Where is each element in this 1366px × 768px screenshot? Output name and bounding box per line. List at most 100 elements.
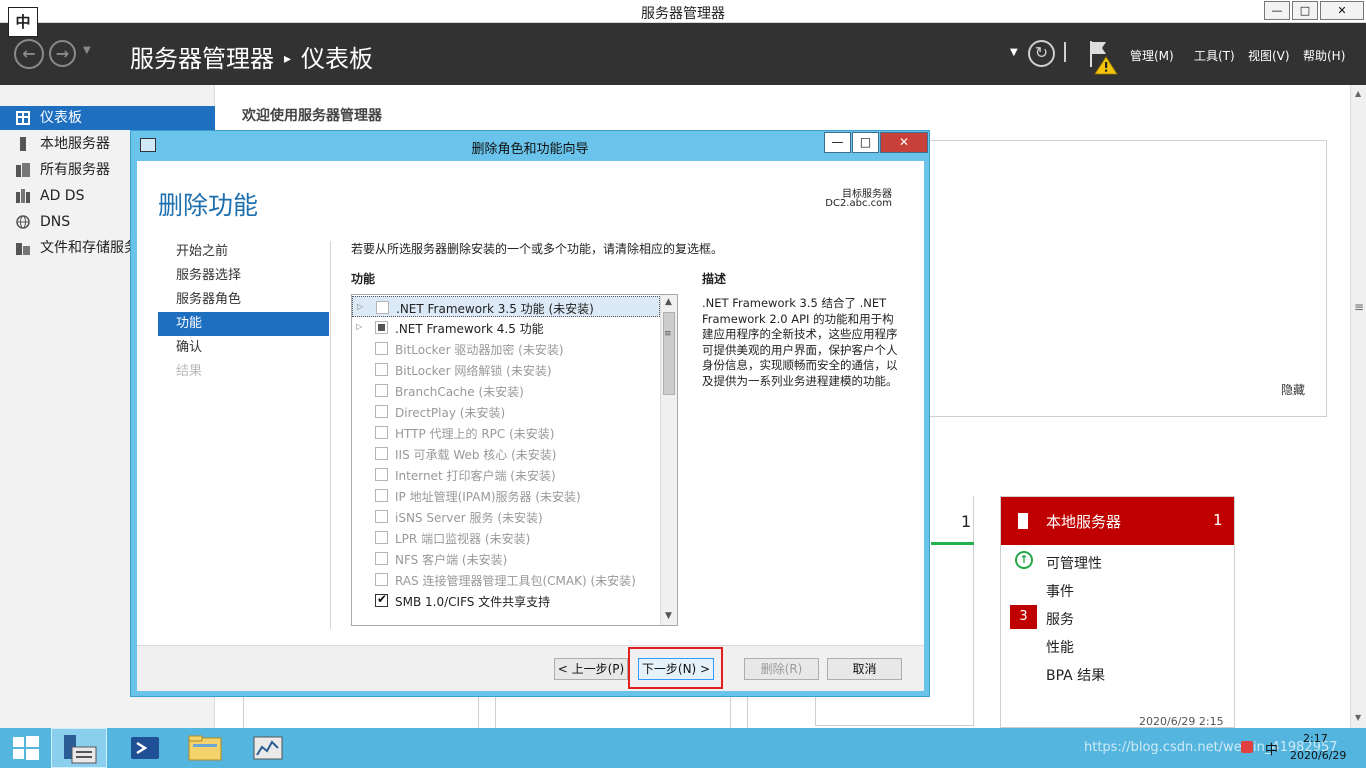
feature-item[interactable]: RAS 连接管理器管理工具包(CMAK) (未安装) xyxy=(352,569,660,590)
forward-button[interactable]: → xyxy=(49,40,76,67)
hide-welcome-link[interactable]: 隐藏 xyxy=(1281,381,1305,398)
expand-icon[interactable]: ▷ xyxy=(356,322,362,331)
window-close-button[interactable]: ✕ xyxy=(1320,1,1364,20)
tile-border xyxy=(243,693,244,728)
notification-flag-icon[interactable] xyxy=(1088,39,1118,75)
history-dropdown-icon[interactable]: ▼ xyxy=(83,45,91,56)
clock-date[interactable]: 2020/6/29 xyxy=(1290,749,1346,762)
feature-item[interactable]: Internet 打印客户端 (未安装) xyxy=(352,464,660,485)
header-divider xyxy=(1064,42,1066,62)
taskbar-file-explorer[interactable] xyxy=(177,728,233,768)
feature-label: LPR 端口监视器 (未安装) xyxy=(395,532,531,546)
wizard-instruction: 若要从所选服务器删除安装的一个或多个功能，请清除相应的复选框。 xyxy=(351,242,724,256)
feature-item[interactable]: SMB 1.0/CIFS 文件共享支持 xyxy=(352,590,660,611)
scroll-thumb[interactable] xyxy=(663,312,675,395)
refresh-icon: ↻ xyxy=(1034,43,1049,62)
feature-checkbox xyxy=(375,426,388,439)
steps-divider xyxy=(330,241,331,629)
dialog-maximize-button[interactable]: □ xyxy=(852,132,879,153)
tile-row-services[interactable]: 服务 xyxy=(1046,609,1074,629)
description-header: 描述 xyxy=(702,272,727,286)
tile-timestamp: 2020/6/29 2:15 xyxy=(1139,715,1224,728)
feature-label: iSNS Server 服务 (未安装) xyxy=(395,511,543,525)
back-button[interactable]: ← xyxy=(14,39,44,69)
sidebar-item-label: 文件和存储服务 xyxy=(40,240,138,256)
tile-row-performance[interactable]: 性能 xyxy=(1046,637,1074,657)
feature-item[interactable]: IIS 可承载 Web 核心 (未安装) xyxy=(352,443,660,464)
feature-item[interactable]: iSNS Server 服务 (未安装) xyxy=(352,506,660,527)
features-scrollbar[interactable]: ▲ ≡ ▼ xyxy=(660,295,677,625)
menu-tools[interactable]: 工具(T) xyxy=(1194,47,1235,64)
servers-icon xyxy=(16,163,30,177)
taskbar-server-manager[interactable] xyxy=(51,728,107,768)
server-icon xyxy=(20,137,26,151)
menu-manage[interactable]: 管理(M) xyxy=(1130,47,1174,64)
server-manager-icon xyxy=(64,735,97,764)
previous-button[interactable]: < 上一步(P) xyxy=(554,658,628,680)
feature-item[interactable]: LPR 端口监视器 (未安装) xyxy=(352,527,660,548)
action-center-icon[interactable] xyxy=(1241,741,1253,753)
cancel-button[interactable]: 取消 xyxy=(827,658,902,680)
wizard-step-server-roles[interactable]: 服务器角色 xyxy=(158,288,329,312)
tile-border xyxy=(478,693,479,728)
dialog-minimize-button[interactable]: — xyxy=(824,132,851,153)
feature-label: BitLocker 驱动器加密 (未安装) xyxy=(395,343,564,357)
refresh-button[interactable]: ↻ xyxy=(1028,40,1055,67)
powershell-icon xyxy=(131,737,159,759)
services-alert-badge: 3 xyxy=(1010,605,1037,629)
scroll-grip-icon[interactable]: ≡ xyxy=(1354,300,1364,314)
sidebar-item-dashboard[interactable]: 仪表板 xyxy=(0,106,215,130)
wizard-step-confirmation[interactable]: 确认 xyxy=(158,336,329,360)
feature-label: RAS 连接管理器管理工具包(CMAK) (未安装) xyxy=(395,574,636,588)
taskbar-performance-monitor[interactable] xyxy=(240,728,296,768)
expand-icon[interactable]: ▷ xyxy=(357,302,363,311)
tile-row-events[interactable]: 事件 xyxy=(1046,581,1074,601)
header-dropdown-icon[interactable]: ▼ xyxy=(1010,47,1018,58)
features-tree[interactable]: ▷ .NET Framework 3.5 功能 (未安装) ▷ .NET Framew… xyxy=(351,294,678,626)
tile-row-manageability[interactable]: 可管理性 xyxy=(1046,553,1102,573)
feature-item[interactable]: DirectPlay (未安装) xyxy=(352,401,660,422)
feature-label: BitLocker 网络解锁 (未安装) xyxy=(395,364,552,378)
feature-item[interactable]: BitLocker 网络解锁 (未安装) xyxy=(352,359,660,380)
taskbar-powershell[interactable] xyxy=(117,728,173,768)
scroll-up-icon[interactable]: ▲ xyxy=(665,297,672,307)
feature-checkbox[interactable] xyxy=(375,592,388,607)
feature-item[interactable]: ▷ .NET Framework 4.5 功能 xyxy=(352,317,660,338)
tile-row-bpa[interactable]: BPA 结果 xyxy=(1046,665,1105,685)
dns-icon xyxy=(16,215,30,229)
scroll-up-icon[interactable]: ▲ xyxy=(1355,89,1361,98)
start-button[interactable] xyxy=(0,728,56,768)
feature-checkbox[interactable] xyxy=(375,321,388,334)
tray-ime-indicator[interactable]: 中 xyxy=(1265,739,1278,758)
feature-item[interactable]: BitLocker 驱动器加密 (未安装) xyxy=(352,338,660,359)
main-scrollbar[interactable]: ▲ ≡ ▼ xyxy=(1350,85,1366,728)
remove-button: 删除(R) xyxy=(744,658,819,680)
local-server-tile[interactable]: 本地服务器 1 ↑ 可管理性 事件 3 服务 性能 BPA 结果 2020/6/… xyxy=(1000,496,1235,728)
feature-checkbox xyxy=(375,342,388,355)
dialog-close-button[interactable]: ✕ xyxy=(880,132,928,153)
scroll-down-icon[interactable]: ▼ xyxy=(1355,713,1361,722)
feature-checkbox xyxy=(375,552,388,565)
feature-item[interactable]: ▷ .NET Framework 3.5 功能 (未安装) xyxy=(352,296,660,317)
wizard-step-features[interactable]: 功能 xyxy=(158,312,329,336)
feature-item[interactable]: NFS 客户端 (未安装) xyxy=(352,548,660,569)
window-title-bar: 服务器管理器 — □ ✕ xyxy=(0,0,1366,23)
local-server-tile-header[interactable]: 本地服务器 1 xyxy=(1001,497,1234,545)
scroll-down-icon[interactable]: ▼ xyxy=(665,611,672,621)
ime-indicator[interactable]: 中 xyxy=(8,7,38,37)
window-maximize-button[interactable]: □ xyxy=(1292,1,1318,20)
ad-icon xyxy=(16,189,30,203)
window-minimize-button[interactable]: — xyxy=(1264,1,1290,20)
wizard-step-server-selection[interactable]: 服务器选择 xyxy=(158,264,329,288)
menu-view[interactable]: 视图(V) xyxy=(1248,47,1290,64)
clock-time[interactable]: 2:17 xyxy=(1303,732,1328,745)
feature-item[interactable]: HTTP 代理上的 RPC (未安装) xyxy=(352,422,660,443)
feature-description: .NET Framework 3.5 结合了 .NET Framework 2.… xyxy=(702,296,898,388)
feature-item[interactable]: BranchCache (未安装) xyxy=(352,380,660,401)
breadcrumb-app[interactable]: 服务器管理器 xyxy=(130,45,274,73)
wizard-step-before-begin[interactable]: 开始之前 xyxy=(158,240,329,264)
feature-checkbox xyxy=(375,573,388,586)
menu-help[interactable]: 帮助(H) xyxy=(1303,47,1345,64)
feature-item[interactable]: IP 地址管理(IPAM)服务器 (未安装) xyxy=(352,485,660,506)
dashboard-icon xyxy=(16,111,30,125)
